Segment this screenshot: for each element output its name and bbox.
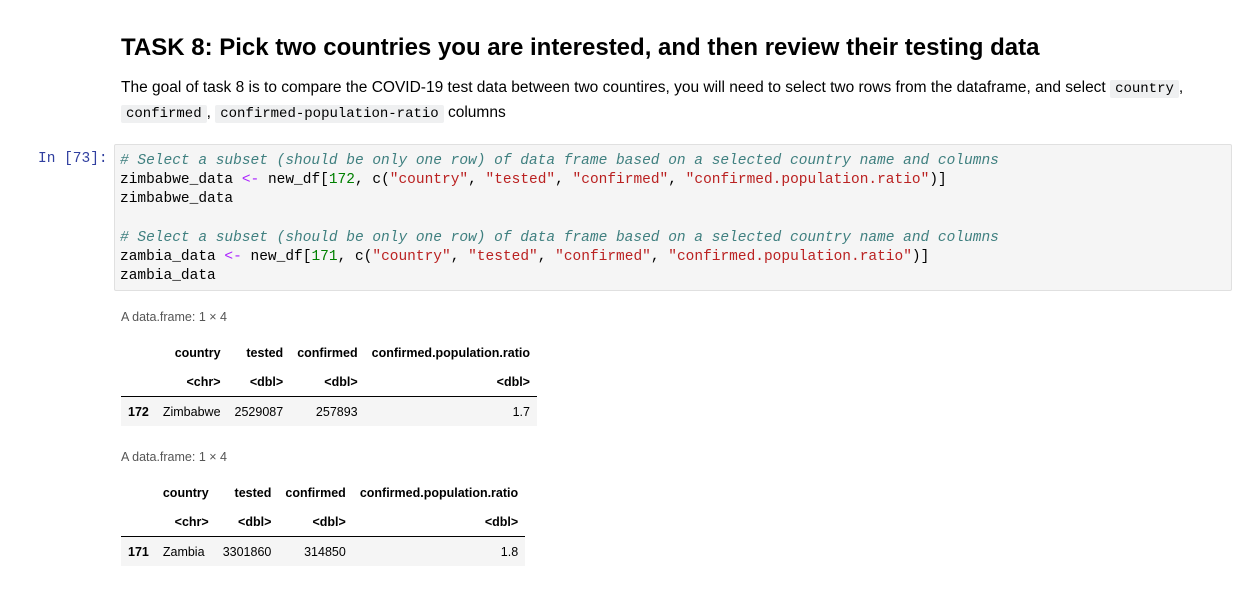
output-dataframe-zambia: A data.frame: 1 × 4 country tested confi… — [121, 450, 526, 566]
assign-operator: <- — [224, 249, 242, 266]
code-string: "country" — [372, 249, 451, 266]
code-string: "confirmed" — [555, 249, 651, 266]
description-text: The goal of task 8 is to compare the COV… — [121, 79, 1111, 96]
cell-country: Zambia — [162, 544, 205, 559]
cell-ratio: 1.7 — [512, 404, 530, 419]
column-type: <dbl> — [364, 367, 537, 397]
index-header — [121, 367, 156, 397]
inline-code-ratio: confirmed-population-ratio — [215, 105, 444, 123]
table-row: 172 Zimbabwe 2529087 257893 1.7 — [121, 396, 537, 426]
code-variable: zambia_data — [120, 268, 216, 285]
row-index: 171 — [128, 544, 149, 559]
code-comment: # Select a subset (should be only one ro… — [120, 153, 999, 169]
code-call: , c( — [354, 172, 390, 189]
column-type: <chr> — [155, 507, 216, 537]
column-header: country — [174, 345, 221, 360]
cell-ratio: 1.8 — [500, 544, 519, 559]
code-editor[interactable]: # Select a subset (should be only one ro… — [114, 144, 1232, 291]
output-dataframe-zimbabwe: A data.frame: 1 × 4 country tested confi… — [121, 310, 537, 426]
column-header: tested — [246, 345, 284, 360]
column-type: <dbl> — [290, 367, 365, 397]
column-type: <dbl> — [278, 507, 353, 537]
code-string: "country" — [389, 172, 469, 189]
column-type: <dbl> — [215, 507, 279, 537]
code-variable: zimbabwe_data — [120, 172, 234, 189]
code-comma: , — [537, 249, 556, 266]
cell-tested: 3301860 — [222, 544, 272, 559]
column-header: confirmed.population.ratio — [371, 345, 530, 360]
code-comma: , — [555, 172, 573, 189]
task-heading: TASK 8: Pick two countries you are inter… — [121, 34, 1040, 61]
code-call-end: )] — [911, 249, 930, 266]
cell-tested: 2529087 — [234, 404, 284, 419]
table-row: 171 Zambia 3301860 314850 1.8 — [121, 536, 526, 566]
column-type: <dbl> — [227, 367, 291, 397]
index-header — [121, 338, 156, 367]
column-header: confirmed — [297, 345, 358, 360]
row-index: 172 — [128, 404, 149, 419]
dataframe-table: country tested confirmed confirmed.popul… — [121, 478, 526, 566]
code-string: "confirmed" — [572, 172, 669, 189]
assign-operator: <- — [241, 172, 260, 189]
code-call: new_df[ — [267, 172, 329, 189]
code-comment: # Select a subset (should be only one ro… — [120, 229, 999, 246]
column-header: confirmed — [285, 485, 346, 500]
column-header: confirmed.population.ratio — [359, 485, 519, 500]
code-number: 172 — [328, 172, 355, 189]
cell-confirmed: 314850 — [304, 544, 346, 559]
column-type: <dbl> — [352, 507, 526, 537]
cell-confirmed: 257893 — [315, 404, 358, 419]
dataframe-table: country tested confirmed confirmed.popul… — [121, 338, 537, 426]
index-header — [121, 507, 156, 537]
code-call-end: )] — [929, 172, 947, 189]
separator: , — [206, 104, 211, 121]
task-description: The goal of task 8 is to compare the COV… — [121, 76, 1221, 126]
description-text-end: columns — [443, 104, 506, 121]
code-variable: zambia_data — [120, 249, 216, 266]
inline-code-country: country — [1110, 80, 1179, 98]
code-string: "tested" — [468, 249, 538, 266]
inline-code-confirmed: confirmed — [121, 105, 207, 123]
dataframe-caption: A data.frame: 1 × 4 — [121, 450, 227, 464]
code-comma: , — [468, 172, 486, 189]
code-string: "confirmed.population.ratio" — [668, 249, 912, 266]
code-comma: , — [668, 172, 686, 189]
input-prompt: In [73]: — [38, 151, 108, 167]
column-header: country — [162, 485, 209, 500]
cell-country: Zimbabwe — [162, 404, 221, 419]
code-number: 171 — [311, 249, 338, 266]
code-call: new_df[ — [250, 249, 312, 266]
code-call: , c( — [337, 249, 373, 266]
markdown-cell: TASK 8: Pick two countries you are inter… — [121, 30, 1221, 126]
code-string: "tested" — [485, 172, 556, 189]
code-comma: , — [450, 249, 469, 266]
dataframe-caption: A data.frame: 1 × 4 — [121, 310, 227, 324]
code-variable: zimbabwe_data — [120, 191, 234, 208]
code-string: "confirmed.population.ratio" — [685, 172, 930, 189]
separator: , — [1178, 79, 1184, 96]
column-header: tested — [234, 485, 272, 500]
column-type: <chr> — [155, 367, 228, 397]
index-header — [121, 478, 156, 507]
code-comma: , — [650, 249, 669, 266]
